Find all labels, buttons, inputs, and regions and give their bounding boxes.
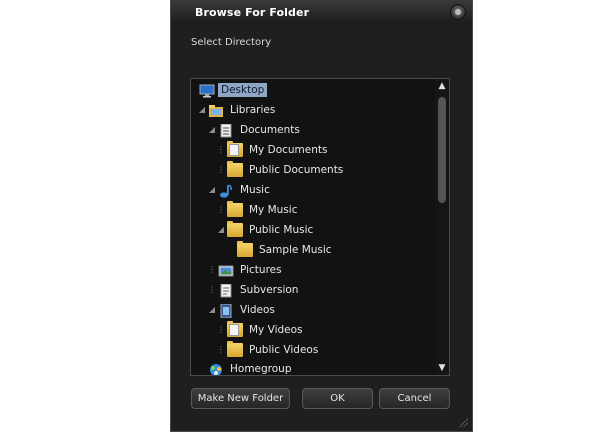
folder-icon [227, 341, 243, 357]
collapse-icon[interactable]: ◢ [198, 105, 206, 115]
tree-item-label: Public Music [249, 224, 314, 236]
tree-item-my-music[interactable]: My Music [227, 201, 301, 219]
tree-line: ⋮ [208, 285, 216, 294]
tree-item-desktop[interactable]: Desktop [199, 81, 268, 99]
documents-library-icon [218, 123, 234, 138]
pictures-library-icon [218, 263, 234, 277]
tree-item-sample-music[interactable]: Sample Music [237, 241, 335, 259]
tree-item-music[interactable]: Music [218, 181, 273, 199]
music-note-icon [218, 183, 234, 198]
collapse-icon[interactable]: ◢ [217, 225, 225, 235]
tree-item-label: My Music [249, 204, 298, 216]
close-button[interactable] [450, 4, 466, 20]
tree-item-label: Libraries [230, 104, 276, 116]
tree-item-label: Subversion [240, 284, 299, 296]
tree-item-label: Homegroup [230, 363, 292, 375]
tree-item-label: Public Documents [249, 164, 344, 176]
tree-line: ⋮ [217, 165, 225, 174]
tree-item-public-music[interactable]: Public Music [227, 221, 316, 239]
collapse-icon[interactable]: ◢ [208, 185, 216, 195]
folder-icon [227, 321, 243, 337]
close-icon [455, 9, 461, 15]
tree-item-public-documents[interactable]: Public Documents [227, 161, 346, 179]
folder-icon [227, 201, 243, 217]
collapse-icon[interactable]: ◢ [208, 305, 216, 315]
title-bar[interactable]: Browse For Folder [171, 0, 472, 24]
tree-item-libraries[interactable]: Libraries [208, 101, 278, 119]
cancel-button[interactable]: Cancel [379, 388, 450, 409]
select-directory-label: Select Directory [191, 37, 272, 48]
tree-item-my-videos[interactable]: My Videos [227, 321, 306, 339]
tree-item-label: My Videos [249, 324, 303, 336]
tree-item-documents[interactable]: Documents [218, 121, 303, 139]
window-title: Browse For Folder [195, 6, 310, 19]
tree-item-label: My Documents [249, 144, 328, 156]
tree-item-label: Desktop [218, 83, 268, 97]
desktop-icon [199, 83, 215, 98]
tree-item-subversion[interactable]: Subversion [218, 281, 301, 299]
tree-item-label: Videos [240, 304, 275, 316]
folder-icon [237, 241, 253, 257]
tree-item-label: Pictures [240, 264, 282, 276]
tree-line: ⋮ [217, 325, 225, 334]
folder-icon [227, 161, 243, 177]
vertical-scrollbar[interactable]: ▲ ▼ [435, 79, 449, 375]
folder-icon [227, 221, 243, 237]
ok-button[interactable]: OK [302, 388, 373, 409]
tree-item-my-documents[interactable]: My Documents [227, 141, 330, 159]
library-folder-icon [208, 103, 224, 117]
scroll-up-icon[interactable]: ▲ [435, 79, 449, 93]
videos-library-icon [218, 303, 234, 319]
tree-item-videos[interactable]: Videos [218, 301, 278, 319]
tree-item-label: Documents [240, 124, 300, 136]
make-new-folder-button[interactable]: Make New Folder [191, 388, 290, 409]
scroll-down-icon[interactable]: ▼ [435, 361, 449, 375]
tree-item-homegroup[interactable]: Homegroup [208, 360, 295, 375]
tree-item-label: Public Videos [249, 344, 319, 356]
tree-line: ⋮ [217, 145, 225, 154]
tree-line: ⋮ [217, 345, 225, 354]
folder-icon [227, 141, 243, 157]
collapse-icon[interactable]: ◢ [208, 125, 216, 135]
tree-line: ⋮ [217, 205, 225, 214]
tree-line: ⋮ [208, 265, 216, 274]
tree-item-pictures[interactable]: Pictures [218, 261, 285, 279]
resize-grip-icon[interactable] [458, 417, 468, 427]
tree-item-label: Music [240, 184, 270, 196]
homegroup-icon [208, 362, 224, 375]
tree-item-label: Sample Music [259, 244, 332, 256]
browse-for-folder-dialog: Browse For Folder Select Directory Deskt… [170, 0, 473, 432]
tree-item-public-videos[interactable]: Public Videos [227, 341, 321, 359]
folder-tree[interactable]: Desktop ◢ Libraries ◢ Documents ⋮ My Doc… [190, 78, 450, 376]
scroll-thumb[interactable] [438, 97, 446, 203]
document-library-icon [218, 283, 234, 298]
